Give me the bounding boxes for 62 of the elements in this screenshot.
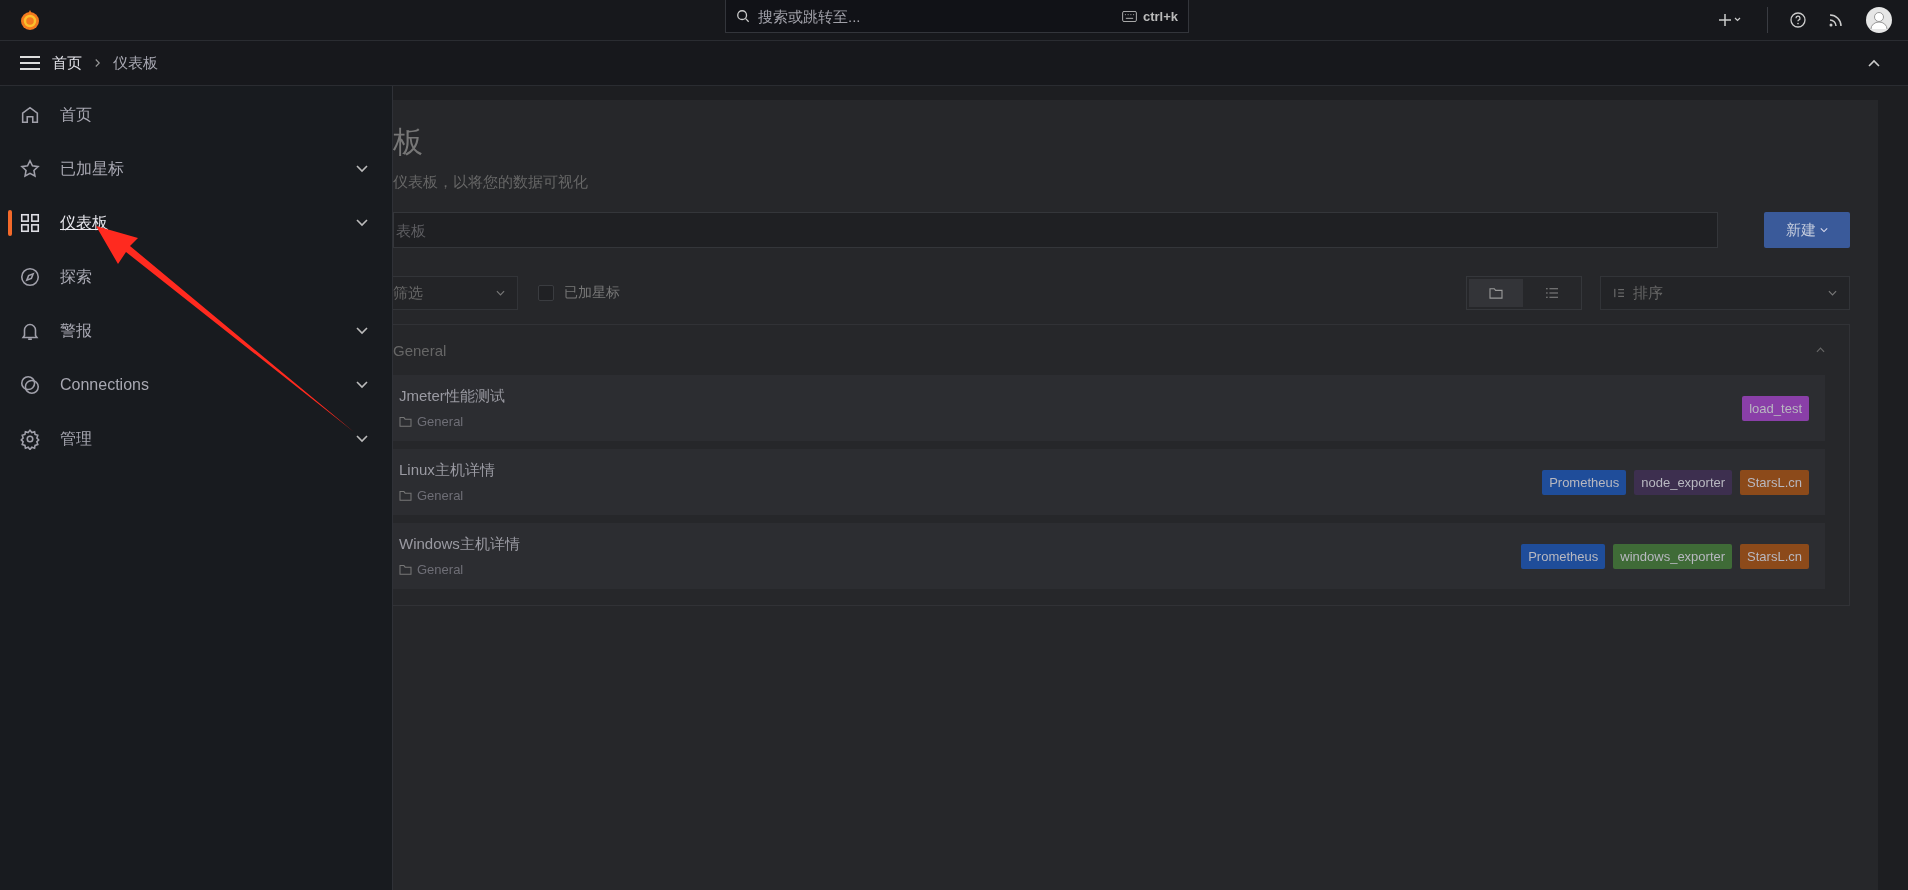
home-icon (19, 104, 41, 126)
dashboard-row[interactable]: Windows主机详情 General Prometheus windows_exporter StarsL.cn (393, 523, 1825, 589)
shortcut-hint: ctrl+k (1142, 8, 1178, 24)
chevron-down-icon[interactable] (356, 327, 368, 335)
dashboard-row[interactable]: Jmeter性能测试 General load_test (393, 375, 1825, 441)
search-input[interactable]: 搜索或跳转至... (756, 6, 1116, 26)
rss-icon[interactable] (1828, 12, 1844, 28)
sidebar-item[interactable]: 已加星标 (0, 142, 392, 196)
avatar-icon[interactable] (1866, 7, 1892, 33)
help-icon[interactable] (1790, 12, 1806, 28)
sidebar-item[interactable]: 探索 (0, 250, 392, 304)
folder-label: General (417, 414, 464, 429)
keyboard-icon (1121, 10, 1137, 22)
list-icon (1545, 287, 1559, 299)
caret-icon (1820, 227, 1828, 233)
folder-icon (399, 416, 412, 427)
breadcrumb-link[interactable]: 首页 (52, 53, 82, 73)
chevron-icon (94, 58, 101, 68)
checkbox-label: 已加星标 (564, 284, 620, 302)
menu-icon[interactable] (20, 55, 40, 71)
caret-icon (1828, 290, 1837, 296)
folder-label: General (417, 562, 464, 577)
tag[interactable]: windows_exporter (1613, 543, 1733, 569)
sidebar-item[interactable]: Connections (0, 358, 392, 412)
tag[interactable]: StarsL.cn (1740, 469, 1809, 495)
tag[interactable]: StarsL.cn (1740, 543, 1809, 569)
folder-icon (1489, 287, 1503, 299)
compass-icon (19, 266, 41, 288)
star-icon (19, 158, 41, 180)
sidebar-item[interactable]: 首页 (0, 88, 392, 142)
dashboard-title: Windows主机详情 (399, 535, 520, 554)
gear-icon (19, 428, 41, 450)
chevron-down-icon[interactable] (356, 165, 368, 173)
link-icon (19, 374, 41, 396)
folder-icon (399, 564, 412, 575)
sidebar-item[interactable]: 管理 (0, 412, 392, 466)
sidebar-item[interactable]: 警报 (0, 304, 392, 358)
chevron-down-icon[interactable] (356, 435, 368, 443)
chevron-down-icon[interactable] (356, 219, 368, 227)
dashboard-title: Jmeter性能测试 (399, 387, 505, 406)
sort-icon (1613, 288, 1625, 298)
caret-icon (496, 290, 505, 296)
folder-view-button[interactable] (1469, 279, 1523, 307)
folder-icon (399, 490, 412, 501)
search-field[interactable]: 搜索或跳转至... ctrl+k (725, 0, 1189, 33)
search-icon (736, 9, 750, 23)
tag[interactable]: Prometheus (1542, 469, 1627, 495)
dashboard-title: Linux主机详情 (399, 461, 495, 480)
search-field[interactable]: 表板 (393, 212, 1718, 248)
tag[interactable]: node_exporter (1634, 469, 1733, 495)
breadcrumb-link[interactable]: 仪表板 (113, 53, 158, 73)
tag[interactable]: load_test (1742, 395, 1809, 421)
logo-icon[interactable] (18, 8, 42, 32)
checkbox[interactable] (538, 285, 554, 301)
dashboard-row[interactable]: Linux主机详情 General Prometheus node_exporter StarsL.cn (393, 449, 1825, 515)
tag[interactable]: Prometheus (1521, 543, 1606, 569)
chevron-down-icon[interactable] (356, 381, 368, 389)
page-subtitle: 仪表板，以将您的数据可视化 (393, 173, 589, 192)
page-title: 板 (393, 124, 424, 160)
grid-icon (19, 212, 41, 234)
folder-label: General (417, 488, 464, 503)
new-button[interactable]: 新建 (1764, 212, 1850, 248)
